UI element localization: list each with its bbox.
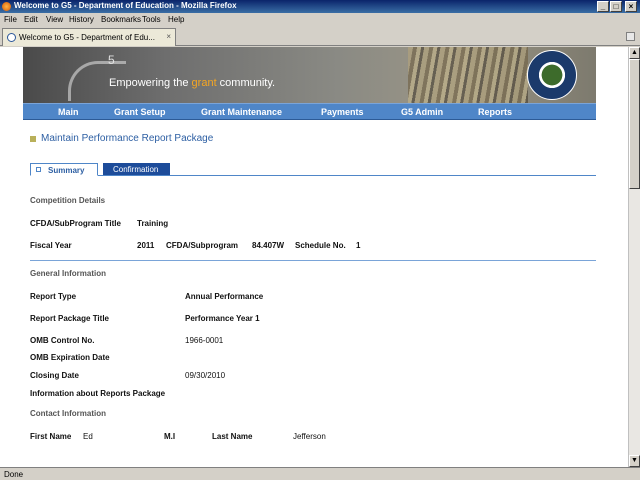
globe-icon bbox=[7, 33, 16, 42]
summary-tab-icon bbox=[36, 167, 41, 172]
nav-grant-setup[interactable]: Grant Setup bbox=[114, 107, 166, 117]
page-scrollbar[interactable]: ▲ ▼ bbox=[628, 47, 640, 467]
tab-list-button[interactable] bbox=[626, 32, 635, 41]
schedule-label: Schedule No. bbox=[295, 241, 346, 250]
page-title: Maintain Performance Report Package bbox=[41, 133, 214, 144]
package-title-label: Report Package Title bbox=[30, 314, 109, 323]
tab-confirmation[interactable]: Confirmation bbox=[103, 163, 170, 175]
middle-initial-label: M.I bbox=[164, 432, 176, 441]
closing-date-value: 09/30/2010 bbox=[185, 371, 226, 380]
cfda-label: CFDA/Subprogram bbox=[166, 241, 238, 250]
tagline-highlight: grant bbox=[191, 77, 217, 89]
section-divider bbox=[30, 260, 596, 261]
menu-edit[interactable]: Edit bbox=[24, 15, 38, 24]
page-content: 5 Empowering the grant community. Main G… bbox=[0, 47, 628, 467]
nav-main[interactable]: Main bbox=[58, 107, 79, 117]
menu-bar: File Edit View History Bookmarks Tools H… bbox=[0, 13, 640, 26]
tab-label: Welcome to G5 - Department of Edu... bbox=[19, 33, 155, 42]
schedule-value: 1 bbox=[356, 241, 361, 250]
page-tabs: Summary Confirmation bbox=[30, 163, 596, 176]
nav-grant-maintenance[interactable]: Grant Maintenance bbox=[201, 107, 282, 117]
closing-date-label: Closing Date bbox=[30, 371, 79, 380]
menu-view[interactable]: View bbox=[46, 15, 63, 24]
fiscal-year-label: Fiscal Year bbox=[30, 241, 72, 250]
subprogram-title-label: CFDA/SubProgram Title bbox=[30, 219, 121, 228]
menu-tools[interactable]: Tools bbox=[142, 15, 161, 24]
nav-reports[interactable]: Reports bbox=[478, 107, 512, 117]
tab-close-icon[interactable]: × bbox=[166, 32, 171, 41]
cfda-value: 84.407W bbox=[252, 241, 285, 250]
firefox-icon bbox=[2, 2, 11, 11]
tab-strip: Welcome to G5 - Department of Edu... × bbox=[0, 26, 640, 46]
window-titlebar: Welcome to G5 - Department of Education … bbox=[0, 0, 640, 13]
fiscal-year-value: 2011 bbox=[137, 241, 155, 250]
reports-package-info-label: Information about Reports Package bbox=[30, 389, 166, 398]
status-text: Done bbox=[4, 470, 24, 479]
competition-details-heading: Competition Details bbox=[30, 196, 106, 205]
g5-logo-sup: 5 bbox=[108, 53, 115, 67]
tab-confirmation-label: Confirmation bbox=[113, 165, 159, 174]
first-name-label: First Name bbox=[30, 432, 72, 441]
tagline-post: community. bbox=[216, 77, 276, 89]
maximize-button[interactable]: □ bbox=[610, 1, 622, 12]
menu-help[interactable]: Help bbox=[168, 15, 184, 24]
first-name-value: Ed bbox=[83, 432, 93, 441]
package-title-value: Performance Year 1 bbox=[185, 314, 260, 323]
scroll-down-icon[interactable]: ▼ bbox=[629, 455, 640, 467]
scroll-up-icon[interactable]: ▲ bbox=[629, 47, 640, 59]
page-title-icon bbox=[30, 136, 36, 142]
menu-file[interactable]: File bbox=[4, 15, 17, 24]
last-name-value: Jefferson bbox=[293, 432, 326, 441]
browser-tab[interactable]: Welcome to G5 - Department of Edu... × bbox=[2, 28, 176, 46]
omb-expiration-label: OMB Expiration Date bbox=[30, 353, 110, 362]
menu-history[interactable]: History bbox=[69, 15, 94, 24]
main-nav: Main Grant Setup Grant Maintenance Payme… bbox=[23, 103, 596, 120]
tab-summary-label: Summary bbox=[48, 166, 85, 175]
report-type-label: Report Type bbox=[30, 292, 77, 301]
close-button[interactable]: × bbox=[625, 1, 637, 12]
nav-payments[interactable]: Payments bbox=[321, 107, 364, 117]
banner-bookshelf-image bbox=[408, 47, 528, 103]
nav-g5-admin[interactable]: G5 Admin bbox=[401, 107, 443, 117]
subprogram-title-value: Training bbox=[137, 219, 169, 228]
report-type-value: Annual Performance bbox=[185, 292, 264, 301]
tab-summary[interactable]: Summary bbox=[30, 163, 98, 176]
status-bar: Done bbox=[0, 467, 640, 480]
minimize-button[interactable]: _ bbox=[597, 1, 609, 12]
menu-bookmarks[interactable]: Bookmarks bbox=[101, 15, 141, 24]
department-seal-icon bbox=[527, 50, 577, 100]
omb-control-label: OMB Control No. bbox=[30, 336, 95, 345]
g5-banner: 5 Empowering the grant community. bbox=[23, 47, 596, 103]
omb-control-value: 1966-0001 bbox=[185, 336, 224, 345]
window-title: Welcome to G5 - Department of Education … bbox=[14, 1, 237, 10]
last-name-label: Last Name bbox=[212, 432, 253, 441]
banner-tagline: Empowering the grant community. bbox=[109, 77, 275, 89]
scroll-thumb[interactable] bbox=[629, 59, 640, 189]
tagline-pre: Empowering the bbox=[109, 77, 192, 89]
contact-information-heading: Contact Information bbox=[30, 409, 106, 418]
general-information-heading: General Information bbox=[30, 269, 107, 278]
